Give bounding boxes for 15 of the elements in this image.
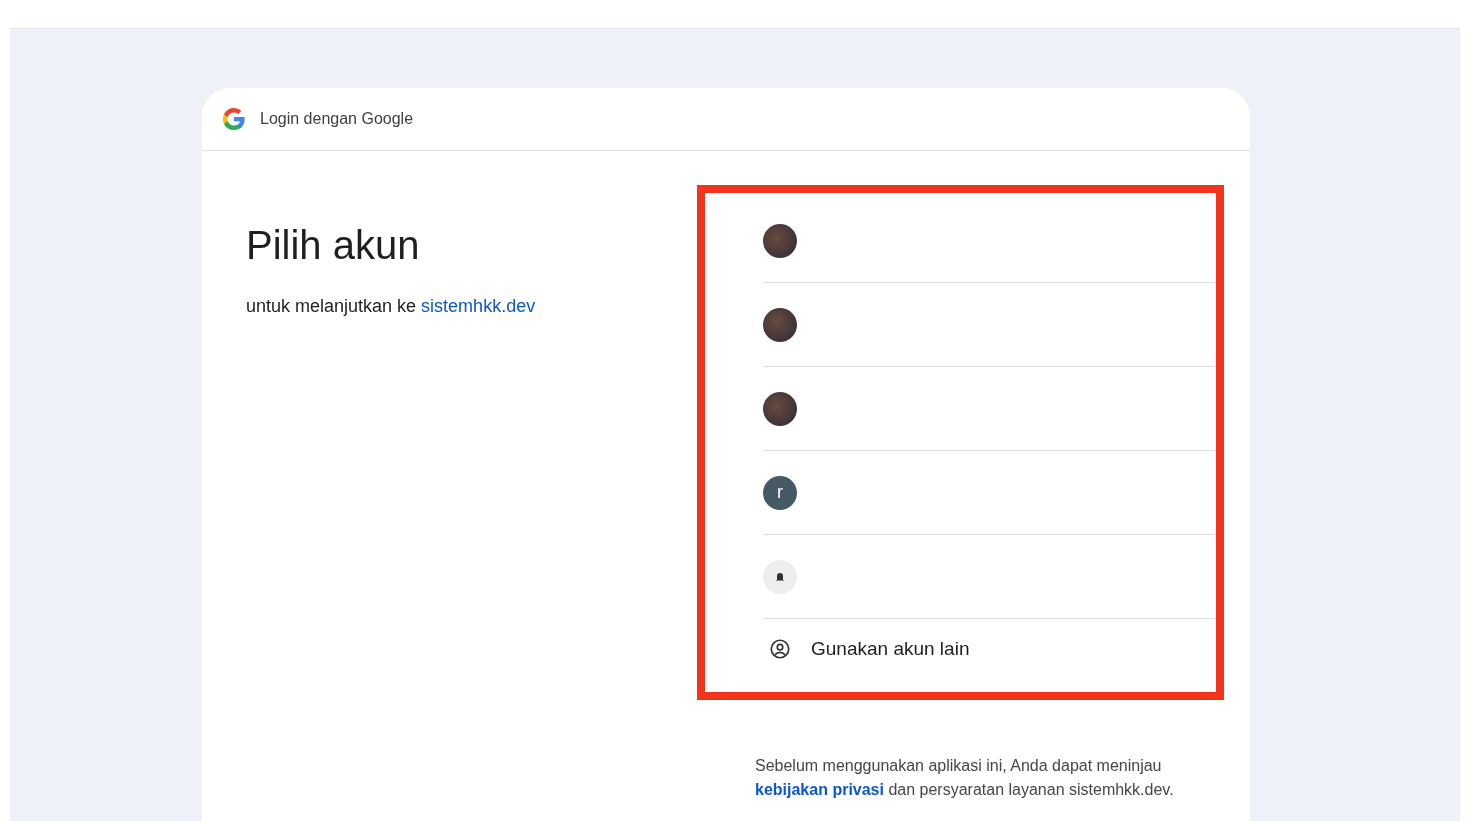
avatar-photo (763, 391, 797, 426)
privacy-policy-link[interactable]: kebijakan privasi (755, 781, 884, 798)
g-logo-icon (222, 107, 246, 131)
header-title: Login dengan Google (260, 110, 414, 128)
letter-avatar: r (763, 475, 797, 510)
default-avatar-icon (763, 559, 797, 594)
account-row[interactable]: r (763, 451, 1215, 535)
avatar-photo (763, 307, 797, 342)
account-circle-icon (769, 638, 791, 660)
site-link[interactable]: sistemhkk.dev (421, 296, 536, 316)
page-heading: Pilih akun (246, 223, 421, 268)
avatar-photo (763, 223, 797, 258)
subtitle: untuk melanjutkan ke sistemhkk.dev (246, 296, 537, 317)
use-another-account-button[interactable]: Gunakan akun lain (763, 619, 1221, 679)
privacy-notice: Sebelum menggunakan aplikasi ini, Anda dapat meninjau kebijakan privasi dan persyaratan layanan sistemhkk.dev. (755, 756, 1175, 800)
